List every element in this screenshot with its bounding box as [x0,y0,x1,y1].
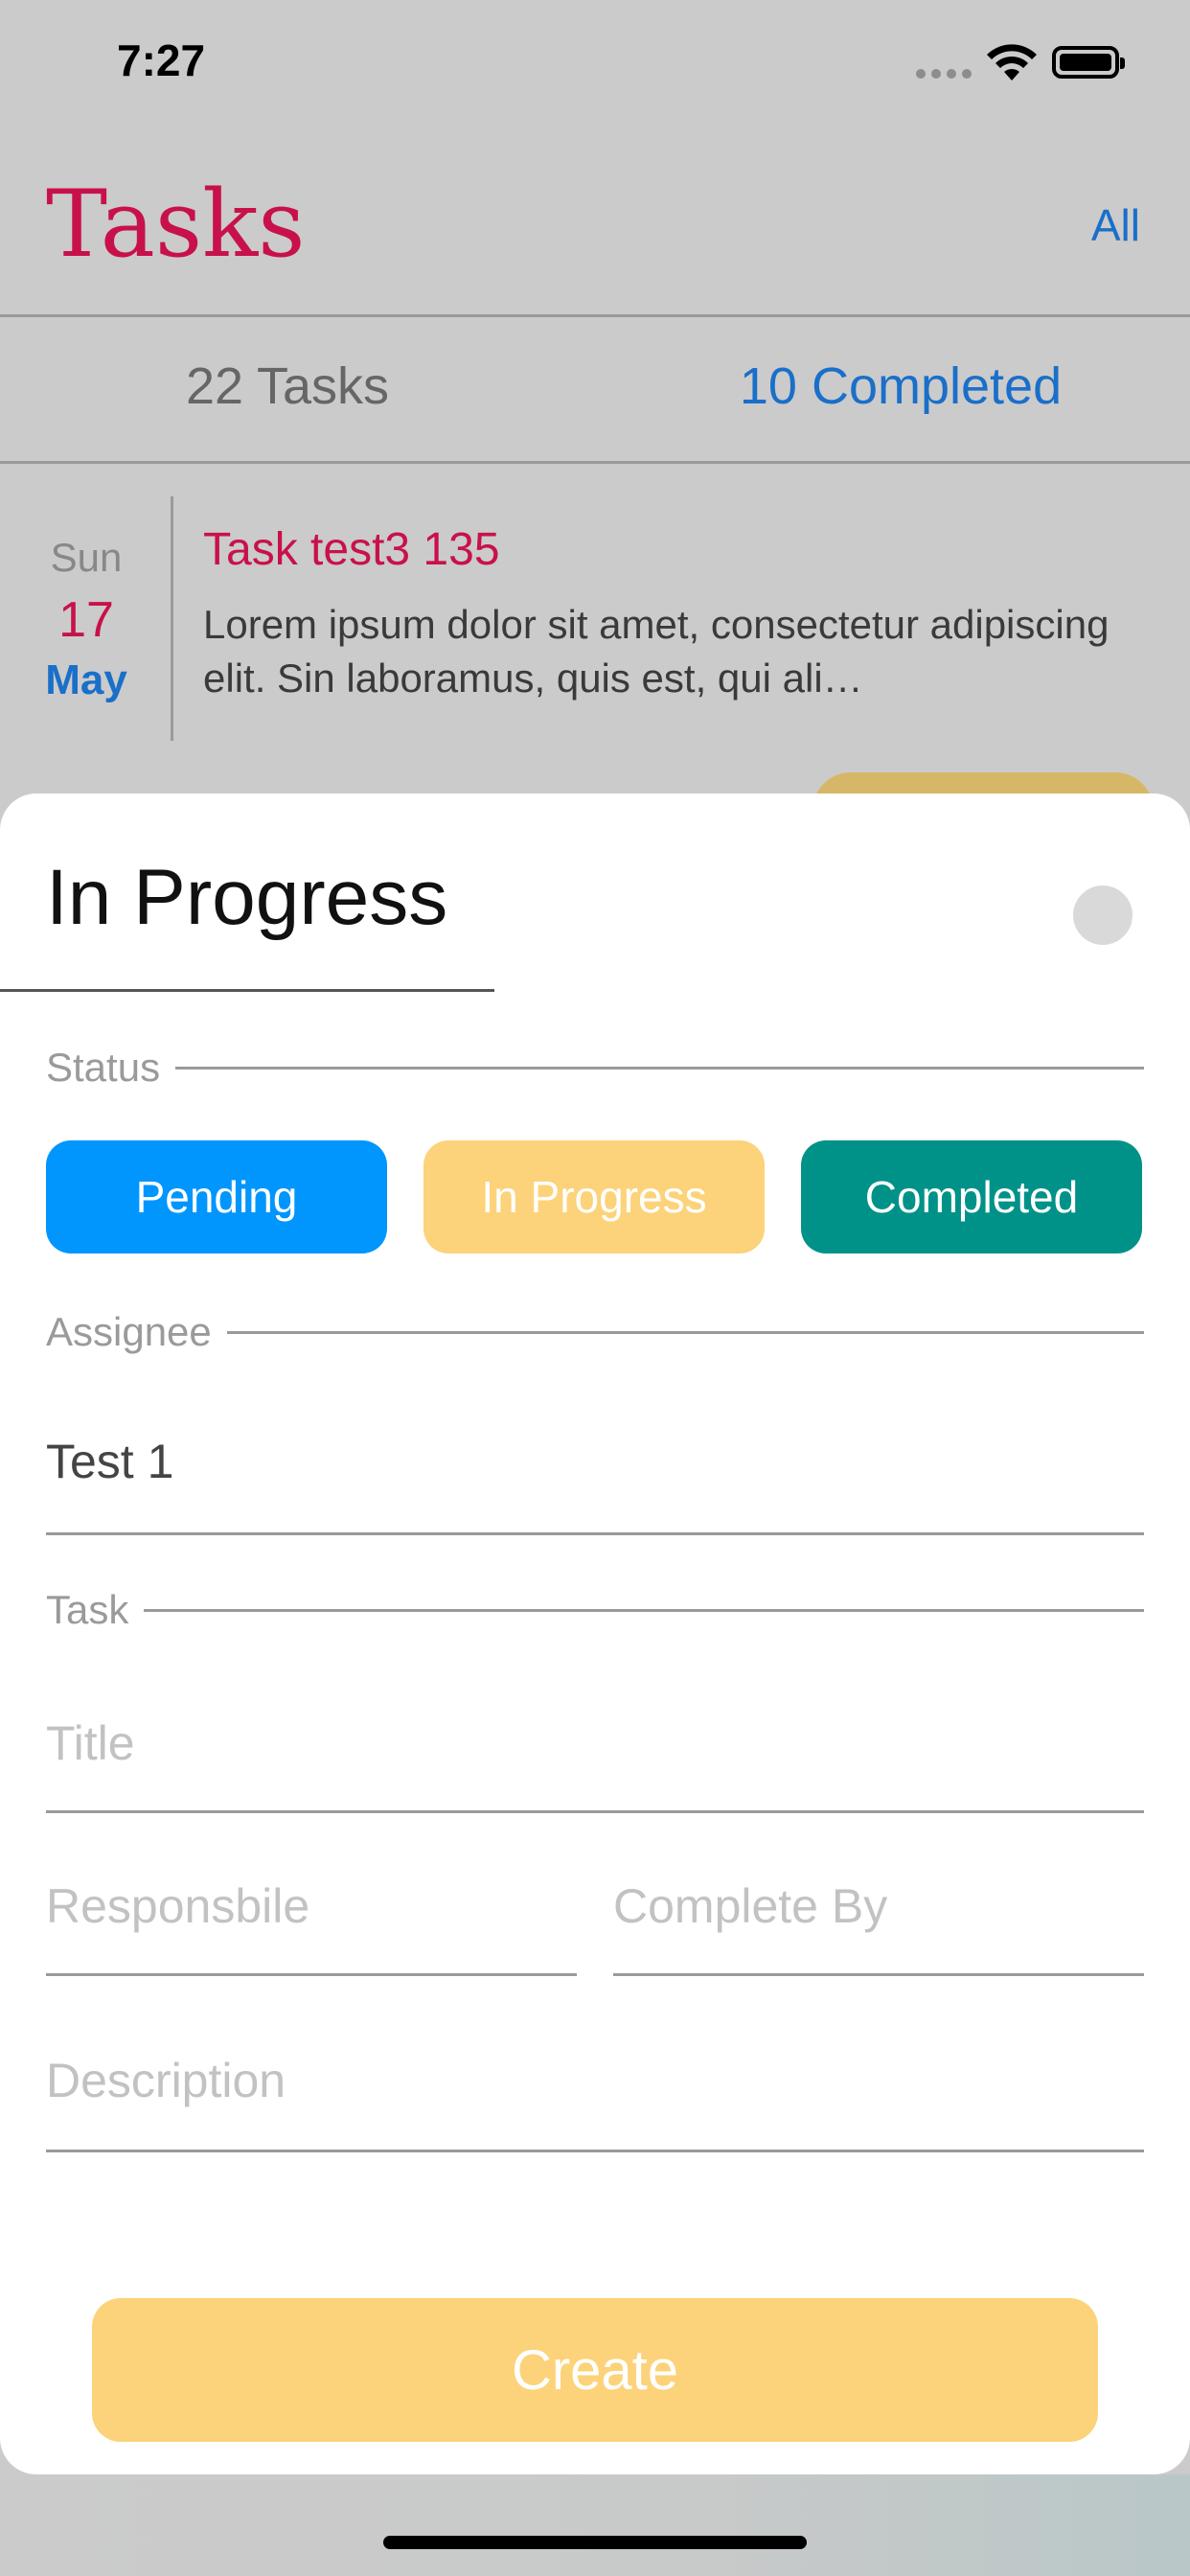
status-section: Status [46,1045,1144,1091]
assignee-divider [226,1330,1144,1334]
assignee-section: Assignee [46,1309,1144,1355]
status-bar: 7:27 [0,0,1190,134]
complete-by-input[interactable] [613,1838,1144,1973]
battery-icon [1052,46,1125,79]
assignee-input[interactable] [46,1409,1144,1514]
task-date: Sun 17 May [29,527,144,709]
task-description: Lorem ipsum dolor sit amet, consectetur … [203,602,1110,701]
responsible-input[interactable] [46,1838,577,1973]
wifi-icon [987,44,1037,80]
signal-icon [916,69,972,79]
total-tasks-count: 22 Tasks [185,357,390,415]
description-field[interactable] [46,2011,1144,2152]
home-indicator[interactable] [383,2536,807,2549]
new-task-sheet: In Progress Status Pending In Progress C… [0,794,1190,2474]
summary-divider [0,461,1190,464]
assignee-label: Assignee [46,1309,212,1354]
task-divider [144,1608,1144,1612]
completed-tasks-count[interactable]: 10 Completed [613,356,1188,416]
description-input[interactable] [46,2011,1144,2150]
status-pending-button[interactable]: Pending [46,1140,387,1254]
assignee-field[interactable] [46,1380,1144,1535]
page-title: Tasks [46,171,306,278]
header-divider [0,314,1190,317]
title-input[interactable] [46,1675,1144,1810]
status-divider [175,1066,1144,1070]
responsible-field[interactable] [46,1838,577,1976]
task-label: Task [46,1587,129,1632]
complete-by-field[interactable] [613,1838,1144,1976]
status-time: 7:27 [117,35,206,85]
create-button[interactable]: Create [92,2298,1098,2442]
sheet-title: In Progress [46,854,448,941]
status-in-progress-button[interactable]: In Progress [423,1140,765,1254]
close-icon[interactable] [1073,886,1133,945]
status-label: Status [46,1045,161,1090]
task-section: Task [46,1587,1144,1633]
task-title: Task test3 135 [203,524,500,575]
task-row-divider [171,496,173,741]
filter-all-button[interactable]: All [1091,199,1140,251]
title-field[interactable] [46,1675,1144,1813]
task-date-number: 17 [58,592,114,648]
status-completed-button[interactable]: Completed [801,1140,1142,1254]
task-date-day: Sun [50,535,123,580]
task-list-item[interactable]: Sun 17 May Task test3 135 Lorem ipsum do… [0,479,1190,748]
task-date-month: May [45,656,127,703]
sheet-title-underline [0,989,494,992]
background-strip [0,2474,1190,2576]
